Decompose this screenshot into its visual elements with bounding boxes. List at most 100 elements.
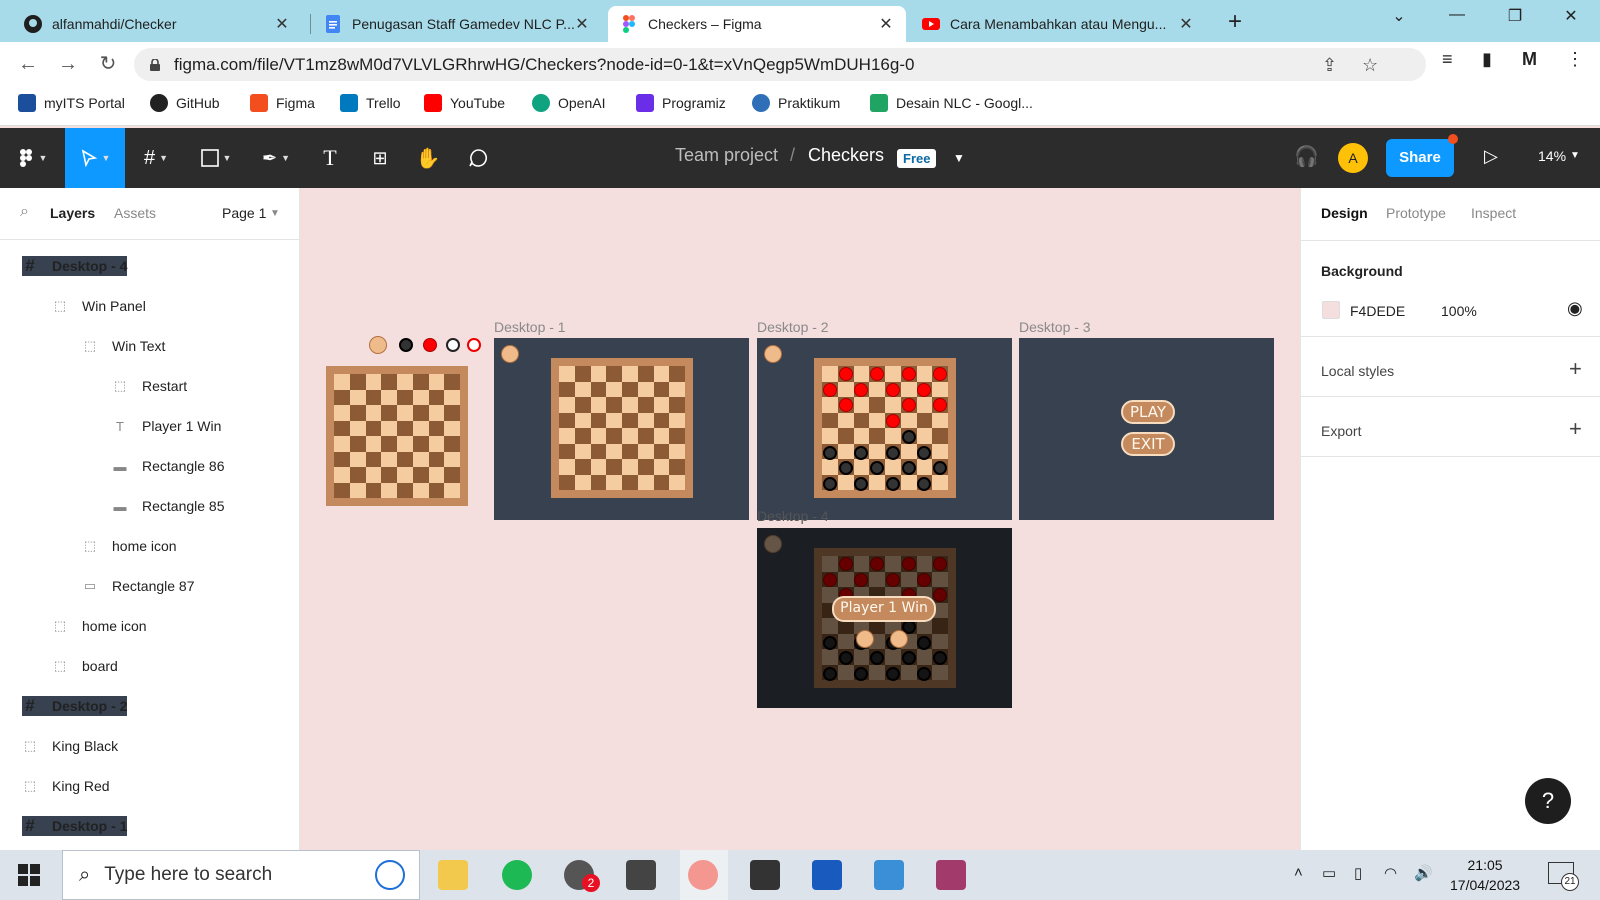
main-menu-button[interactable]: ▼ — [4, 128, 60, 188]
pen-tool-button[interactable]: ✒ ▼ — [248, 128, 304, 188]
tab-figma[interactable]: Checkers – Figma ✕ — [608, 6, 906, 42]
tab-google-docs[interactable]: Penugasan Staff Gamedev NLC P... ✕ — [312, 6, 602, 42]
breadcrumb-project[interactable]: Team project — [675, 145, 778, 166]
red-piece[interactable] — [854, 382, 869, 397]
whatsapp-icon[interactable]: 2 — [564, 860, 600, 892]
shape-tool-button[interactable]: ▼ — [188, 128, 244, 188]
show-hidden-icons-icon[interactable]: ˄ — [1294, 864, 1303, 881]
windows-start-icon[interactable] — [18, 864, 40, 889]
frame-label-desktop-1[interactable]: Desktop - 1 — [494, 319, 566, 335]
tab-inspect[interactable]: Inspect — [1471, 205, 1516, 221]
layer-row[interactable]: ▬ Rectangle 86 — [112, 456, 225, 476]
zoom-chevron-icon[interactable]: ▼ — [1570, 150, 1580, 161]
chevron-down-icon[interactable]: ▼ — [270, 208, 280, 219]
add-export-icon[interactable]: + — [1569, 416, 1582, 442]
photos-icon[interactable] — [874, 860, 904, 890]
bookmark-praktikum[interactable]: Praktikum — [752, 94, 840, 112]
notification-center-icon[interactable]: 21 — [1548, 862, 1579, 891]
reload-icon[interactable]: ↻ — [94, 50, 122, 78]
frame-label-desktop-3[interactable]: Desktop - 3 — [1019, 319, 1091, 335]
help-button[interactable]: ? — [1525, 778, 1571, 824]
move-tool-button[interactable]: ▼ — [65, 128, 125, 188]
board[interactable] — [814, 358, 956, 498]
headphones-icon[interactable]: 🎧 — [1294, 144, 1319, 169]
close-icon[interactable]: ✕ — [274, 14, 290, 34]
home-icon[interactable] — [369, 336, 387, 354]
layer-row[interactable]: ▭ Rectangle 87 — [82, 576, 195, 596]
side-panel-icon[interactable]: ▮ — [1482, 49, 1492, 70]
spotify-icon[interactable] — [502, 860, 532, 890]
zoom-level[interactable]: 14% — [1538, 148, 1566, 164]
black-piece[interactable] — [822, 445, 837, 460]
minimize-icon[interactable]: — — [1442, 6, 1472, 24]
frame-tool-button[interactable]: # ▼ — [128, 128, 184, 188]
close-icon[interactable]: ✕ — [574, 14, 590, 34]
restore-icon[interactable]: ❐ — [1500, 6, 1530, 26]
black-piece[interactable] — [901, 461, 916, 476]
layer-row[interactable]: T Player 1 Win — [112, 416, 221, 436]
frame-desktop-4[interactable]: Player 1 Win — [757, 528, 1012, 708]
red-piece[interactable] — [838, 398, 853, 413]
background-hex-value[interactable]: F4DEDE — [1350, 303, 1405, 319]
bookmark-desain-nlc[interactable]: Desain NLC - Googl... — [870, 94, 1033, 112]
tab-github[interactable]: alfanmahdi/Checker ✕ — [12, 6, 302, 42]
word-icon[interactable] — [812, 860, 842, 890]
layer-row[interactable]: ⬚ King Red — [22, 776, 110, 796]
bing-icon[interactable] — [375, 860, 405, 890]
hand-tool-button[interactable]: ✋ — [400, 128, 456, 188]
background-opacity-value[interactable]: 100% — [1441, 303, 1477, 319]
layer-row[interactable]: # Desktop - 4 — [22, 256, 128, 276]
bookmark-openai[interactable]: OpenAI — [532, 94, 605, 112]
red-piece[interactable] — [901, 398, 916, 413]
search-icon[interactable]: ⌕ — [20, 203, 29, 221]
bookmark-trello[interactable]: Trello — [340, 94, 401, 112]
black-piece[interactable] — [838, 461, 853, 476]
home-icon[interactable] — [501, 345, 519, 363]
restart-icon[interactable] — [856, 630, 874, 648]
bookmark-programiz[interactable]: Programiz — [636, 94, 726, 112]
red-piece[interactable] — [917, 382, 932, 397]
home-icon[interactable] — [890, 630, 908, 648]
reading-list-icon[interactable]: ≡ — [1442, 49, 1453, 70]
share-button[interactable]: Share — [1386, 139, 1454, 177]
red-piece[interactable] — [870, 366, 885, 381]
layer-row[interactable]: ⬚ home icon — [82, 536, 177, 556]
frame-desktop-1[interactable] — [494, 338, 749, 520]
wifi-icon[interactable]: ◠ — [1384, 864, 1397, 882]
bookmark-figma[interactable]: Figma — [250, 94, 315, 112]
board[interactable]: Player 1 Win — [814, 548, 956, 688]
red-piece[interactable] — [933, 366, 948, 381]
close-icon[interactable]: ✕ — [1178, 14, 1194, 34]
extension-m-icon[interactable]: M — [1522, 49, 1537, 70]
black-piece[interactable] — [901, 429, 916, 444]
file-menu-chevron-icon[interactable]: ▼ — [953, 151, 965, 165]
frame-desktop-2[interactable] — [757, 338, 1012, 520]
frame-desktop-3[interactable]: PLAY EXIT — [1019, 338, 1274, 520]
frame-label-desktop-2[interactable]: Desktop - 2 — [757, 319, 829, 335]
url-input[interactable]: figma.com/file/VT1mz8wM0d7VLVLGRhrwHG/Ch… — [134, 48, 1426, 81]
page-selector[interactable]: Page 1 — [222, 205, 266, 221]
black-piece[interactable] — [854, 445, 869, 460]
unity-icon[interactable] — [750, 860, 780, 890]
bookmark-youtube[interactable]: YouTube — [424, 94, 505, 112]
black-piece[interactable] — [885, 477, 900, 492]
exit-button[interactable]: EXIT — [1121, 432, 1175, 456]
add-local-style-icon[interactable]: + — [1569, 356, 1582, 382]
king-red-piece[interactable] — [467, 338, 481, 352]
close-window-icon[interactable]: ✕ — [1556, 6, 1586, 26]
red-piece[interactable] — [901, 366, 916, 381]
file-explorer-icon[interactable] — [438, 860, 468, 890]
tab-layers[interactable]: Layers — [50, 205, 95, 221]
tab-prototype[interactable]: Prototype — [1386, 205, 1446, 221]
tab-youtube[interactable]: Cara Menambahkan atau Mengu... ✕ — [910, 6, 1206, 42]
layer-row[interactable]: ▬ Rectangle 85 — [112, 496, 225, 516]
canvas[interactable]: Desktop - 1 Desktop - 2 Desktop - 3 PLAY… — [300, 188, 1300, 850]
user-avatar[interactable]: A — [1338, 143, 1368, 173]
red-piece[interactable] — [838, 366, 853, 381]
tab-search-chevron-icon[interactable]: ⌄ — [1384, 6, 1414, 26]
play-button[interactable]: PLAY — [1121, 400, 1175, 424]
close-icon[interactable]: ✕ — [878, 14, 894, 34]
red-piece[interactable] — [822, 382, 837, 397]
tab-assets[interactable]: Assets — [114, 205, 156, 221]
battery-icon[interactable]: ▭ — [1322, 864, 1336, 882]
